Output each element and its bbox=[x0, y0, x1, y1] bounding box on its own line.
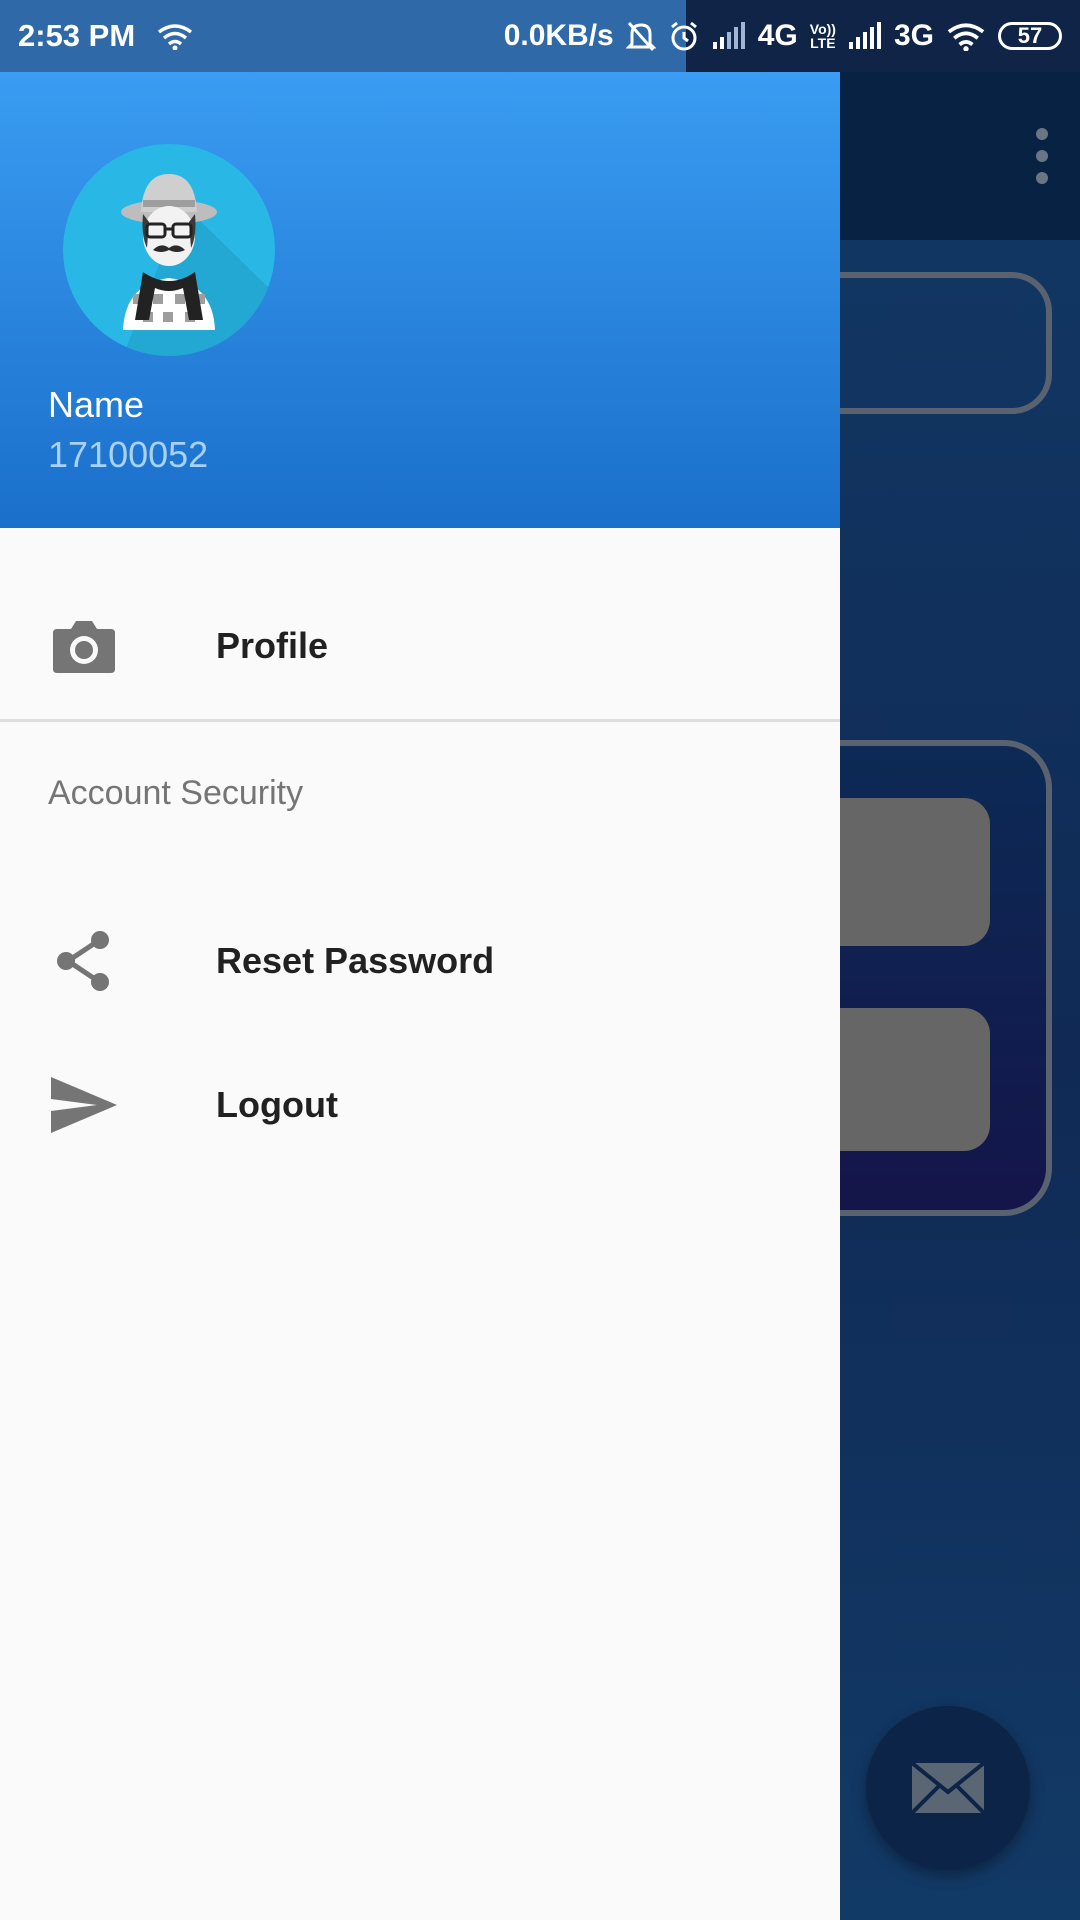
signal-icon bbox=[848, 22, 881, 49]
battery-icon: 57 bbox=[998, 22, 1062, 50]
mail-icon bbox=[911, 1762, 985, 1814]
menu-item-logout[interactable]: Logout bbox=[0, 1035, 840, 1175]
network-type-2: 3G bbox=[893, 19, 934, 52]
alarm-icon bbox=[670, 21, 697, 51]
menu-item-label: Reset Password bbox=[216, 940, 495, 981]
screen: 2:53 PM 0.0KB/s 4G Vo)) LTE 3G 57 Name 1… bbox=[0, 0, 1080, 1920]
menu-item-profile[interactable]: Profile bbox=[0, 576, 840, 716]
network-type-1: 4G bbox=[757, 19, 798, 52]
section-header: Account Security bbox=[48, 774, 304, 812]
camera-icon bbox=[48, 610, 120, 682]
send-icon bbox=[48, 1069, 120, 1141]
mail-fab-button[interactable] bbox=[866, 1706, 1030, 1870]
mute-bell-icon bbox=[625, 22, 656, 51]
avatar-icon bbox=[63, 144, 275, 356]
volte-indicator: Vo)) LTE bbox=[809, 21, 836, 51]
battery-level: 57 bbox=[1017, 23, 1043, 48]
drawer-header: Name 17100052 bbox=[0, 72, 840, 528]
menu-item-label: Logout bbox=[216, 1084, 338, 1125]
wifi-icon bbox=[158, 24, 193, 50]
wifi-icon bbox=[947, 23, 985, 51]
user-name: Name bbox=[48, 384, 145, 425]
user-id: 17100052 bbox=[48, 434, 209, 475]
share-icon bbox=[48, 925, 120, 997]
menu-item-reset-password[interactable]: Reset Password bbox=[0, 891, 840, 1031]
status-bar: 2:53 PM 0.0KB/s 4G Vo)) LTE 3G 57 bbox=[0, 0, 1080, 72]
menu-item-label: Profile bbox=[216, 625, 329, 666]
signal-icon bbox=[712, 22, 745, 49]
divider bbox=[0, 719, 840, 722]
status-time: 2:53 PM bbox=[18, 18, 136, 53]
net-speed: 0.0KB/s bbox=[503, 19, 614, 52]
more-vert-icon[interactable] bbox=[1034, 128, 1050, 184]
navigation-drawer: Name 17100052 Profile Account Security R… bbox=[0, 72, 840, 1920]
avatar[interactable] bbox=[63, 144, 275, 356]
